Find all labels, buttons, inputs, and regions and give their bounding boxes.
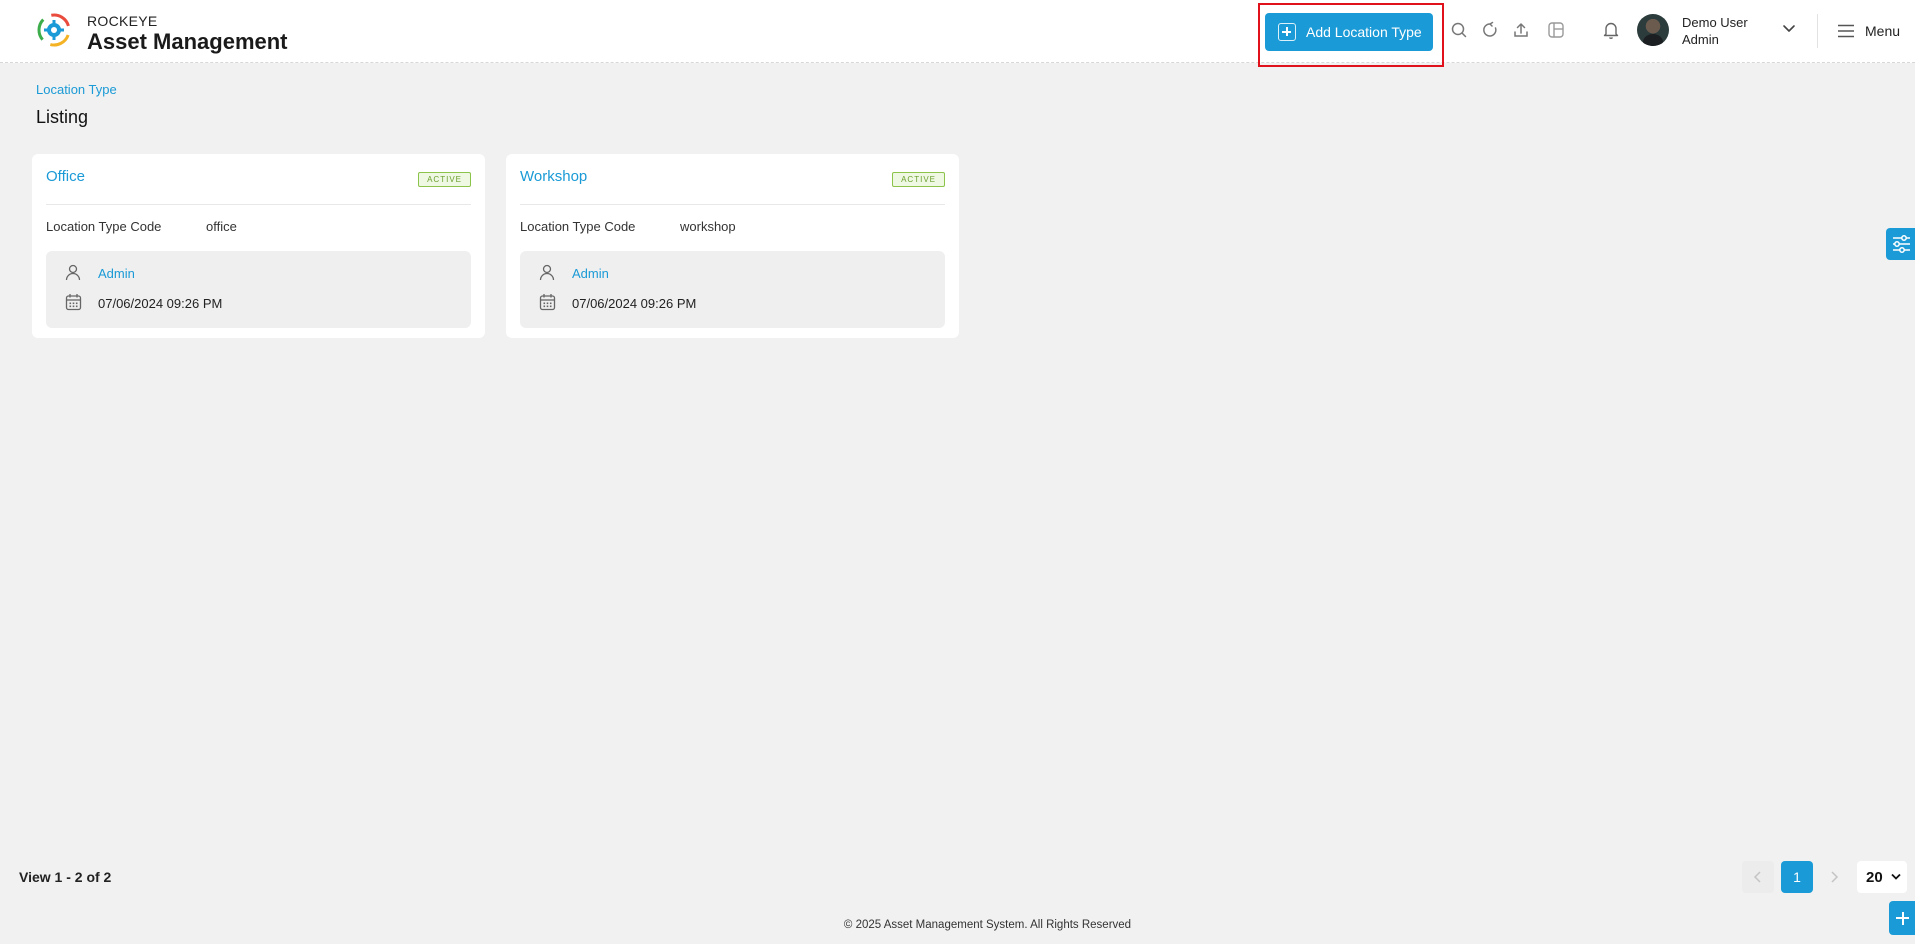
chevron-left-icon: [1753, 871, 1761, 883]
brand-name-title: Asset Management: [87, 29, 288, 54]
add-location-type-label: Add Location Type: [1306, 24, 1422, 40]
header-divider: [1817, 14, 1818, 48]
created-by-link[interactable]: Admin: [572, 266, 609, 281]
calendar-icon: [65, 294, 82, 311]
chevron-right-icon: [1831, 871, 1839, 883]
card-meta: Admin 07/06/2024 09:26 PM: [520, 251, 945, 328]
rockeye-logo-icon: [37, 13, 71, 47]
user-avatar[interactable]: [1637, 14, 1669, 46]
breadcrumb-location-type[interactable]: Location Type: [36, 82, 117, 97]
code-label: Location Type Code: [46, 219, 162, 234]
location-type-card: Workshop ACTIVE Location Type Code works…: [506, 154, 959, 338]
page-title: Listing: [36, 107, 89, 127]
card-meta: Admin 07/06/2024 09:26 PM: [46, 251, 471, 328]
search-icon[interactable]: [1450, 21, 1468, 39]
code-value: workshop: [680, 219, 736, 234]
top-header: ROCKEYE Asset Management Add Location Ty…: [0, 0, 1915, 67]
user-role: Admin: [1682, 32, 1719, 47]
refresh-icon[interactable]: [1481, 21, 1499, 39]
hamburger-icon: [1838, 24, 1854, 38]
add-location-type-button[interactable]: Add Location Type: [1265, 13, 1433, 51]
previous-page-button[interactable]: [1742, 861, 1774, 893]
card-title[interactable]: Workshop: [520, 168, 587, 185]
location-type-card: Office ACTIVE Location Type Code office …: [32, 154, 485, 338]
plus-icon: [1278, 23, 1296, 41]
page-number-button[interactable]: 1: [1781, 861, 1813, 893]
card-divider: [520, 204, 945, 205]
per-page-select[interactable]: 20: [1857, 861, 1907, 893]
user-name: Demo User: [1682, 15, 1748, 30]
next-page-button[interactable]: [1818, 861, 1850, 893]
columns-icon[interactable]: [1547, 21, 1565, 39]
copyright-text: © 2025 Asset Management System. All Righ…: [843, 919, 1132, 931]
per-page-value: 20: [1866, 868, 1883, 886]
calendar-icon: [539, 294, 556, 311]
chevron-down-icon[interactable]: [1782, 24, 1796, 34]
sliders-icon: [1893, 235, 1910, 253]
view-count: View 1 - 2 of 2: [19, 869, 112, 885]
menu-button[interactable]: Menu: [1837, 20, 1900, 42]
filter-panel-toggle[interactable]: [1886, 228, 1915, 260]
created-date: 07/06/2024 09:26 PM: [98, 296, 223, 311]
card-divider: [46, 204, 471, 205]
notification-bell-icon[interactable]: [1602, 20, 1620, 40]
code-label: Location Type Code: [520, 219, 636, 234]
upload-icon[interactable]: [1512, 21, 1530, 39]
menu-label: Menu: [1865, 23, 1901, 39]
status-badge: ACTIVE: [892, 172, 945, 187]
code-value: office: [206, 219, 237, 234]
created-by-link[interactable]: Admin: [98, 266, 135, 281]
status-badge: ACTIVE: [418, 172, 471, 187]
user-icon: [65, 264, 81, 281]
created-date: 07/06/2024 09:26 PM: [572, 296, 697, 311]
chevron-down-icon: [1891, 873, 1901, 880]
user-icon: [539, 264, 555, 281]
brand-name-small: ROCKEYE: [87, 13, 158, 29]
card-title[interactable]: Office: [46, 168, 85, 185]
